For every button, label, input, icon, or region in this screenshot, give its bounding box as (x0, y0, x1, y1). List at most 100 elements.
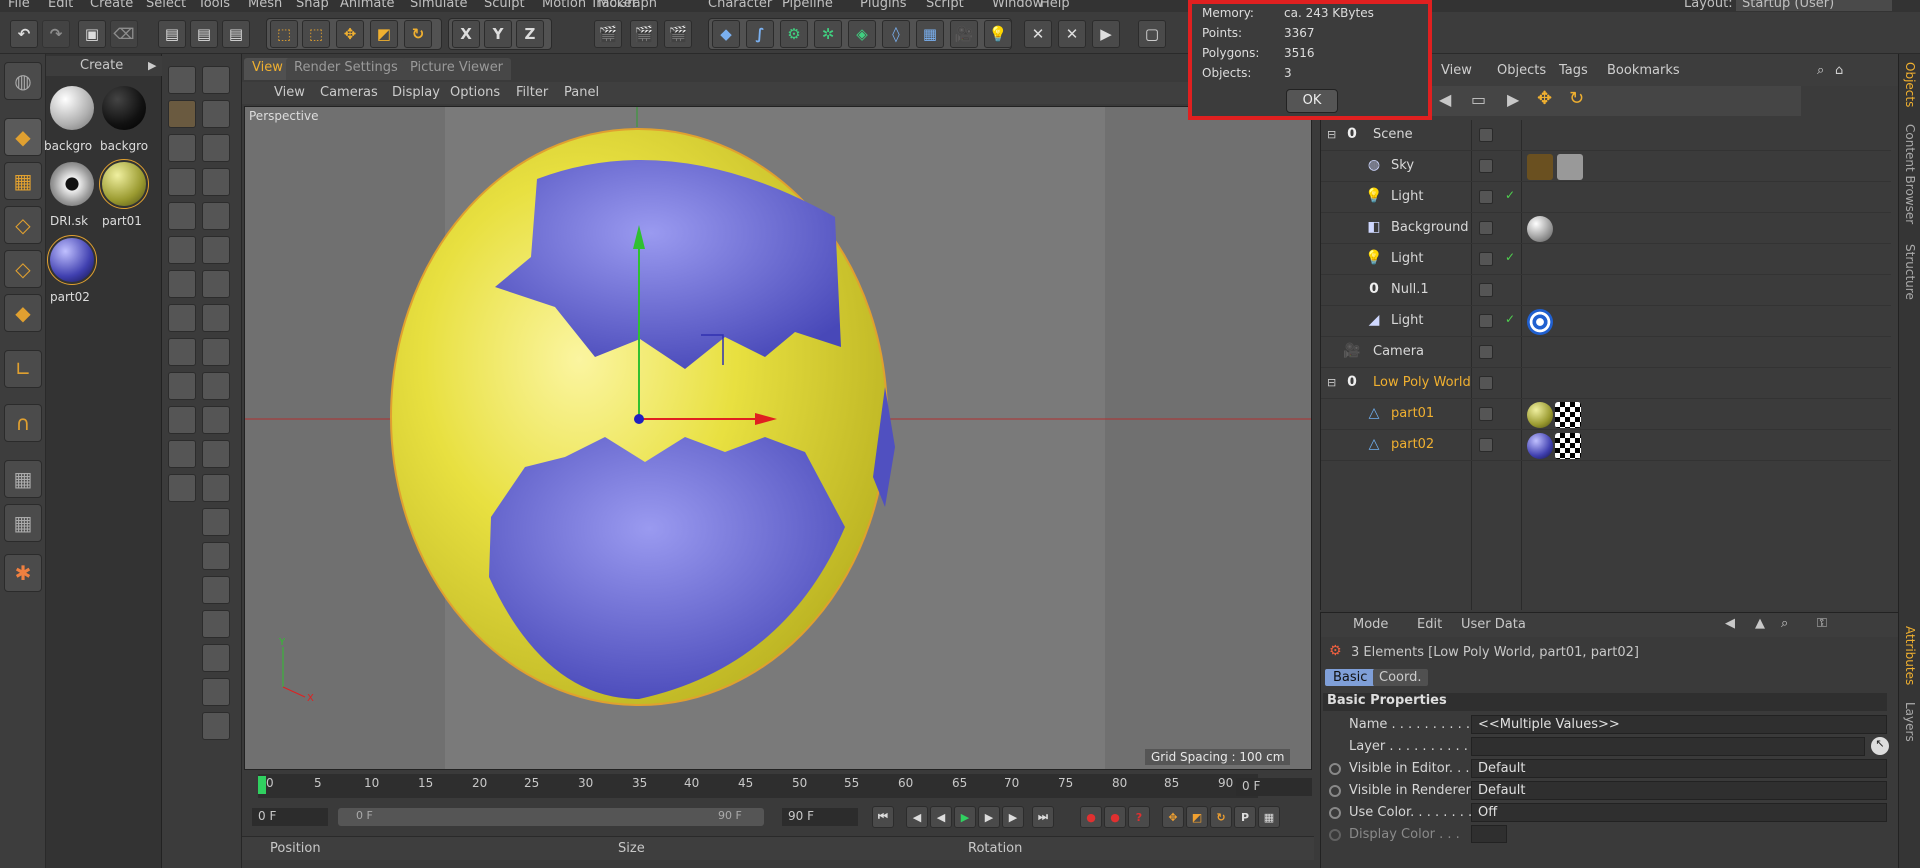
phong-tag-icon[interactable] (1555, 402, 1581, 428)
tool-icon[interactable] (202, 168, 230, 196)
lock-icon[interactable]: ⚿ (1817, 616, 1827, 631)
end-frame-field[interactable]: 90 F (782, 808, 858, 826)
object-row-null1[interactable]: 0 Null.1 (1321, 275, 1891, 306)
tab-basic[interactable]: Basic (1325, 669, 1376, 686)
side-tab-attributes[interactable]: Attributes (1903, 626, 1917, 685)
object-row-sky[interactable]: ◍ Sky (1321, 151, 1891, 182)
tab-render-settings[interactable]: Render Settings (286, 58, 406, 80)
visibility-toggle[interactable] (1479, 407, 1493, 421)
refresh-icon[interactable]: ↻ (1569, 88, 1584, 109)
tool-icon[interactable] (202, 270, 230, 298)
layout-select[interactable]: Startup (User) (1736, 0, 1892, 11)
phong-tag-icon[interactable] (1555, 433, 1581, 459)
tool-icon[interactable] (202, 508, 230, 536)
object-row-low-poly-world[interactable]: ⊟ 0 Low Poly World (1321, 368, 1891, 399)
tool-icon[interactable] (202, 66, 230, 94)
material-thumb[interactable] (47, 235, 97, 285)
save-as-icon[interactable]: ▤ (190, 20, 218, 48)
tool-icon[interactable] (168, 474, 196, 502)
material-tag-icon[interactable] (1527, 402, 1553, 428)
viewport-menu-filter[interactable]: Filter (516, 85, 548, 100)
tab-view[interactable]: View (244, 58, 291, 80)
side-tab-layers[interactable]: Layers (1903, 702, 1917, 742)
object-row-camera[interactable]: 🎥 Camera (1321, 337, 1891, 368)
points-mode-icon[interactable]: ◇ (4, 206, 42, 244)
material-thumb[interactable] (50, 162, 94, 206)
visibility-toggle[interactable] (1479, 128, 1493, 142)
3d-viewport[interactable]: Perspective Y X Grid Spacing : 100 cm (244, 106, 1312, 770)
tool-icon[interactable] (168, 66, 196, 94)
workplane-snap-icon[interactable]: ▦ (4, 504, 42, 542)
target-tag-icon[interactable] (1527, 309, 1553, 335)
tool-icon[interactable] (168, 338, 196, 366)
tool-icon[interactable] (168, 236, 196, 264)
viewport-menu-panel[interactable]: Panel (564, 85, 599, 100)
tool-icon[interactable] (202, 542, 230, 570)
axis-mode-icon[interactable]: ∟ (4, 350, 42, 388)
tool-icon[interactable] (202, 304, 230, 332)
visibility-toggle[interactable] (1479, 438, 1493, 452)
viewport-menu-view[interactable]: View (274, 85, 305, 100)
menu-mograph[interactable]: Character (708, 0, 772, 11)
prev-frame-icon[interactable]: ◀ (930, 806, 952, 828)
tool-icon[interactable] (202, 440, 230, 468)
menu-animate[interactable]: Animate (340, 0, 394, 11)
visibility-toggle[interactable] (1479, 159, 1493, 173)
search-icon[interactable]: ⌕ (1817, 63, 1824, 78)
workplane-lock-icon[interactable]: ▦ (4, 460, 42, 498)
object-mode-icon[interactable]: ◆ (4, 118, 42, 156)
object-row-part02[interactable]: △ part02 (1321, 430, 1891, 461)
visibility-toggle[interactable] (1479, 283, 1493, 297)
key-help-icon[interactable]: ? (1128, 806, 1150, 828)
object-row-part01[interactable]: △ part01 (1321, 399, 1891, 430)
objects-menu-view[interactable]: View (1441, 63, 1472, 78)
field-icon[interactable]: ◊ (882, 20, 910, 48)
menu-snap[interactable]: Snap (296, 0, 329, 11)
radio-icon[interactable] (1329, 807, 1341, 819)
material-thumb[interactable] (99, 159, 149, 209)
key-scale-icon[interactable]: ◩ (1186, 806, 1208, 828)
render-settings-icon[interactable]: 🎬 (664, 20, 692, 48)
material-thumb[interactable] (50, 86, 94, 130)
next-frame-icon[interactable]: ▶ (978, 806, 1000, 828)
enabled-check-icon[interactable]: ✓ (1505, 188, 1515, 202)
menu-edit[interactable]: Edit (48, 0, 73, 11)
search-icon[interactable]: ⌕ (1781, 616, 1788, 631)
render-picture-icon[interactable]: 🎬 (630, 20, 658, 48)
tool-icon[interactable] (202, 712, 230, 740)
tool-icon[interactable] (168, 440, 196, 468)
range-slider[interactable]: 0 F 90 F (338, 808, 764, 826)
menu-motion-tracker[interactable]: MoGraph (598, 0, 657, 11)
prev-key-icon[interactable]: ◀ (906, 806, 928, 828)
deformer-icon[interactable]: ◈ (848, 20, 876, 48)
vis-render-select[interactable]: Default (1471, 781, 1887, 800)
visibility-toggle[interactable] (1479, 252, 1493, 266)
menu-create[interactable]: Create (90, 0, 133, 11)
redo-icon[interactable]: ↷ (42, 20, 70, 48)
viewport-menu-options[interactable]: Options (450, 85, 500, 100)
material-tag-icon[interactable] (1527, 433, 1553, 459)
cube-icon[interactable]: ◆ (712, 20, 740, 48)
save-incremental-icon[interactable]: ▤ (222, 20, 250, 48)
tool-target-icon[interactable]: ✕ (1058, 20, 1086, 48)
nav-back-icon[interactable]: ◀ (1725, 616, 1735, 631)
visibility-toggle[interactable] (1479, 190, 1493, 204)
tool-icon[interactable] (168, 406, 196, 434)
side-tab-structure[interactable]: Structure (1903, 244, 1917, 300)
menu-script[interactable]: Window (992, 0, 1043, 11)
home-icon[interactable]: ⌂ (1835, 63, 1843, 78)
menu-tools[interactable]: Tools (198, 0, 230, 11)
tool-icon[interactable] (202, 610, 230, 638)
current-frame-field[interactable]: 0 F (1236, 778, 1312, 796)
visibility-toggle[interactable] (1479, 376, 1493, 390)
tab-picture-viewer[interactable]: Picture Viewer (402, 58, 512, 80)
tool-icon[interactable] (202, 474, 230, 502)
light-tool-icon[interactable]: 💡 (984, 20, 1012, 48)
tool-icon[interactable] (168, 304, 196, 332)
radio-icon[interactable] (1329, 785, 1341, 797)
polygons-mode-icon[interactable]: ◆ (4, 294, 42, 332)
floor-icon[interactable]: ▦ (916, 20, 944, 48)
menu-render[interactable]: Sculpt (484, 0, 525, 11)
move-icon[interactable]: ✥ (336, 20, 364, 48)
tool-icon[interactable] (202, 202, 230, 230)
